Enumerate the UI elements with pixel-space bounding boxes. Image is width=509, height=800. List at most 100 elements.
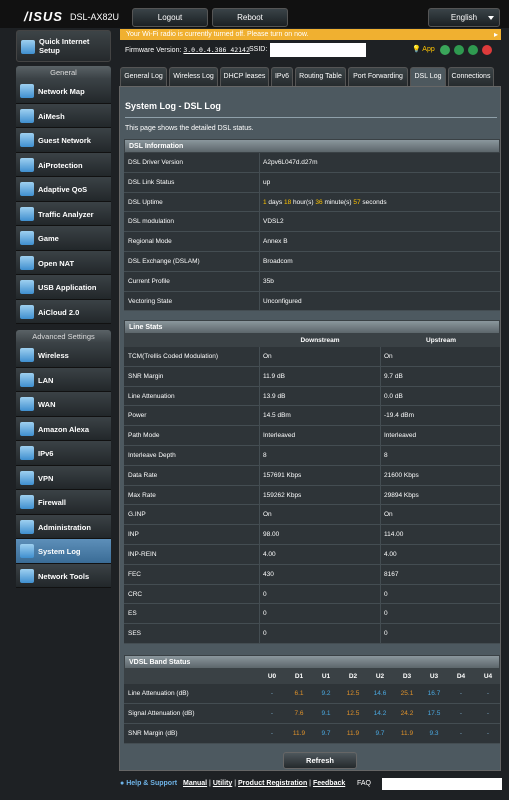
sidebar-item-vpn[interactable]: VPN [16,465,111,490]
band-header-d1: D1 [294,673,304,680]
ipv6-icon [20,446,34,460]
table-row: DSL modulation VDSL2 [124,212,500,233]
firmware-version-link[interactable]: 3.0.0.4.386_42142 [183,46,250,54]
wifi-off-notice[interactable]: Your Wi-Fi radio is currently turned off… [120,29,501,40]
table-row: INP-REIN 4.00 4.00 [124,544,500,565]
column-divider [259,426,260,445]
tab-general-log[interactable]: General Log [120,67,167,86]
band-header-u2: U2 [375,673,385,680]
sidebar-item-guest-network[interactable]: Guest Network [16,128,111,153]
column-divider [259,386,260,406]
band-header-u4: U4 [483,673,493,680]
reboot-button[interactable]: Reboot [212,8,288,27]
column-divider [259,604,260,624]
sidebar-item-aicloud-2-0[interactable]: AiCloud 2.0 [16,299,111,324]
sidebar-item-aimesh[interactable]: AiMesh [16,103,111,128]
refresh-button[interactable]: Refresh [283,752,357,769]
sidebar-item-traffic-analyzer[interactable]: Traffic Analyzer [16,201,111,226]
top-bar: /ISUS DSL-AX82U Logout Reboot English [0,0,509,28]
band-value: 12.5 [346,710,360,717]
row-label: INP-REIN [128,550,157,558]
quick-internet-setup[interactable]: Quick Internet Setup [16,30,111,62]
sidebar-item-game[interactable]: Game [16,226,111,251]
table-row: DSL Link Status up [124,172,500,193]
language-value: English [450,13,478,22]
band-header-u1: U1 [321,673,331,680]
column-divider [380,465,381,485]
column-divider [259,505,260,525]
tab-ipv6[interactable]: IPv6 [271,67,293,86]
system-log-icon [20,544,34,558]
help-support-label: Help & Support [126,780,178,787]
sidebar-item-wireless[interactable]: Wireless [16,343,111,368]
adaptive-qos-icon [20,182,34,196]
column-divider [259,624,260,643]
sidebar-item-network-map[interactable]: Network Map [16,79,111,104]
sidebar-item-adaptive-qos[interactable]: Adaptive QoS [16,177,111,202]
table-row: Data Rate 157691 Kbps 21600 Kbps [124,465,500,486]
row-label: Line Attenuation (dB) [128,690,189,697]
sidebar-item-system-log[interactable]: System Log [16,539,111,564]
internet-status-icon[interactable] [440,45,450,55]
band-header-d3: D3 [402,673,412,680]
lightbulb-icon: 💡 [412,46,421,53]
sidebar-item-amazon-alexa[interactable]: Amazon Alexa [16,416,111,441]
tab-routing-table[interactable]: Routing Table [295,67,346,86]
band-value: 17.5 [427,710,441,717]
table-row: Path Mode Interleaved Interleaved [124,426,500,446]
tab-port-forwarding[interactable]: Port Forwarding [348,67,408,86]
sidebar-item-label: Adaptive QoS [38,185,88,194]
column-divider [380,604,381,624]
sidebar-item-lan[interactable]: LAN [16,367,111,392]
sidebar-item-firewall[interactable]: Firewall [16,490,111,515]
sidebar-item-usb-application[interactable]: USB Application [16,275,111,300]
band-value: 9.1 [321,710,331,717]
sidebar-item-wan[interactable]: WAN [16,392,111,417]
band-value: 11.9 [292,730,306,737]
faq-search-input[interactable] [382,778,502,790]
tab-connections[interactable]: Connections [448,67,494,86]
column-divider [259,564,260,584]
upstream-value: -19.4 dBm [384,412,414,420]
table-row: Regional Mode Annex B [124,232,500,252]
firewall-icon [20,495,34,509]
band-header-u0: U0 [267,673,277,680]
tab-wireless-log[interactable]: Wireless Log [169,67,218,86]
app-link[interactable]: 💡 App [412,40,435,60]
logout-button[interactable]: Logout [132,8,208,27]
help-icon: ● [120,780,125,787]
guest-status-icon[interactable] [482,45,492,55]
sidebar-item-aiprotection[interactable]: AiProtection [16,152,111,177]
game-icon [20,231,34,245]
sidebar-item-open-nat[interactable]: Open NAT [16,250,111,275]
tab-dsl-log[interactable]: DSL Log [410,67,446,86]
band-value: - [486,690,490,697]
downstream-value: On [263,353,272,360]
title-divider [125,117,497,118]
column-divider [259,465,260,485]
row-label: ES [128,610,137,618]
column-divider [380,445,381,465]
sidebar-item-label: AiCloud 2.0 [38,307,80,317]
column-divider [259,251,260,271]
language-select[interactable]: English [428,8,500,27]
arrow-right-icon[interactable]: ▸ [494,29,498,40]
sidebar-item-administration[interactable]: Administration [16,514,111,539]
sidebar-item-network-tools[interactable]: Network Tools [16,563,111,588]
band-value: 14.2 [373,710,387,717]
downstream-value: 0 [263,590,267,598]
page-title: System Log - DSL Log [125,101,221,111]
sidebar-item-ipv6[interactable]: IPv6 [16,441,111,466]
column-divider [259,232,260,251]
utility-link[interactable]: Utility [213,780,232,787]
upstream-value: 0 [384,630,388,638]
usb-status-icon[interactable] [468,45,478,55]
wifi-status-icon[interactable] [454,45,464,55]
product-registration-link[interactable]: Product Registration [238,780,307,787]
manual-link[interactable]: Manual [183,780,207,787]
feedback-link[interactable]: Feedback [313,780,345,787]
upstream-value: 0.0 dB [384,392,403,400]
model-name: DSL-AX82U [70,12,120,22]
tab-dhcp-leases[interactable]: DHCP leases [220,67,269,86]
upstream-value: 21600 Kbps [384,471,419,479]
